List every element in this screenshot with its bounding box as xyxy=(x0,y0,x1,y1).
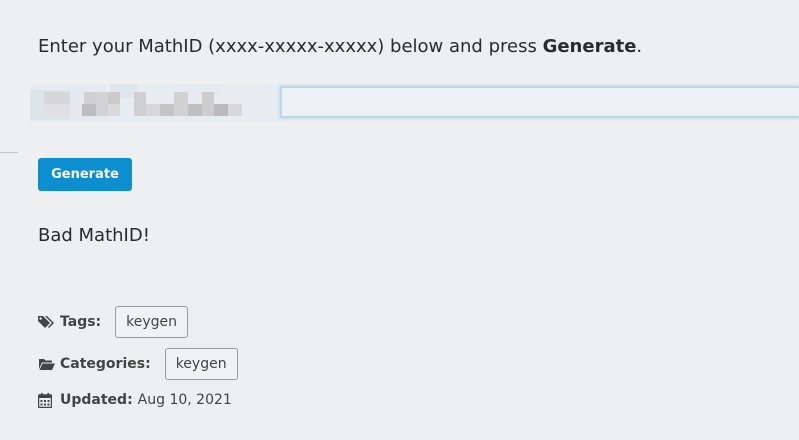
tags-icon xyxy=(38,314,56,330)
tags-row: Tags: keygen xyxy=(38,306,189,338)
instruction-text: Enter your MathID (xxxx-xxxxx-xxxxx) bel… xyxy=(38,36,642,57)
redacted-mathid-mosaic xyxy=(30,80,282,126)
calendar-icon xyxy=(38,392,56,408)
updated-row: Updated: Aug 10, 2021 xyxy=(38,392,232,408)
instruction-prefix: Enter your MathID (xxxx-xxxxx-xxxxx) bel… xyxy=(38,36,543,57)
tags-label: Tags: xyxy=(60,314,102,330)
mathid-input-row xyxy=(30,80,799,126)
category-chip-keygen[interactable]: keygen xyxy=(164,348,238,380)
tag-chip-keygen[interactable]: keygen xyxy=(115,306,189,338)
updated-date: Aug 10, 2021 xyxy=(137,392,232,408)
result-message: Bad MathID! xyxy=(38,225,150,246)
mathid-input[interactable] xyxy=(280,86,799,118)
categories-row: Categories: keygen xyxy=(38,348,238,380)
folder-open-icon xyxy=(38,356,56,372)
generate-button[interactable]: Generate xyxy=(38,158,132,191)
categories-label: Categories: xyxy=(60,356,151,372)
keygen-page: Enter your MathID (xxxx-xxxxx-xxxxx) bel… xyxy=(0,0,799,440)
updated-label: Updated: xyxy=(60,392,133,408)
instruction-emphasis: Generate xyxy=(542,36,637,57)
divider xyxy=(0,152,18,153)
instruction-suffix: . xyxy=(636,36,643,57)
